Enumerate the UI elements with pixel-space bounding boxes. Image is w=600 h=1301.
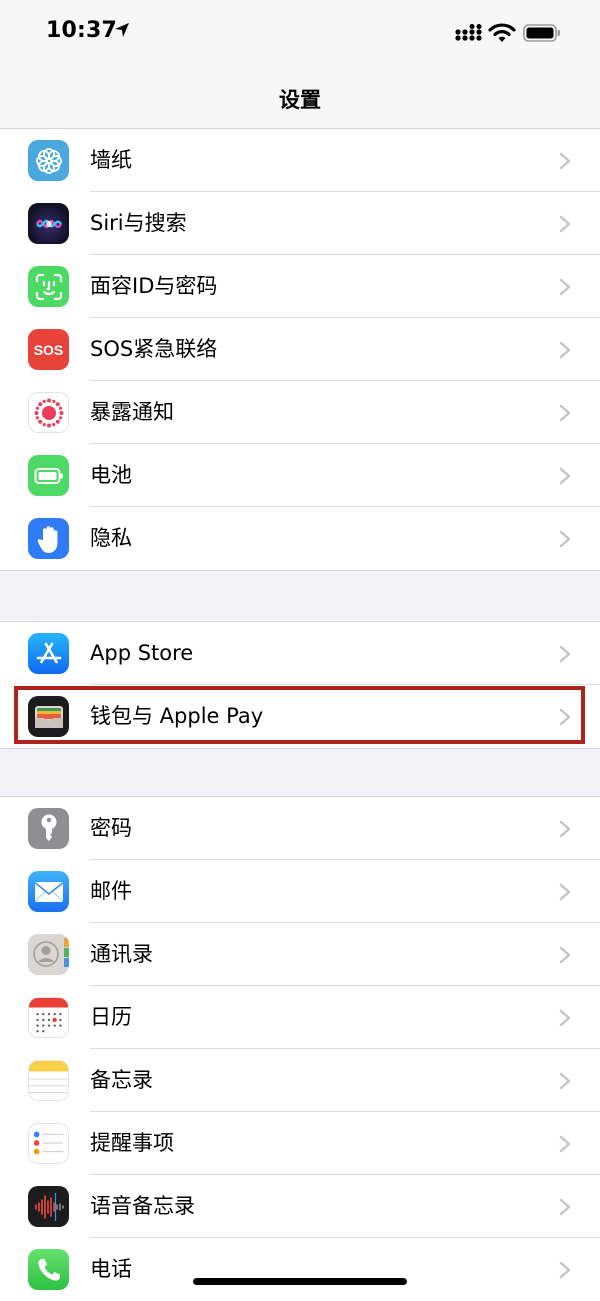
settings-row-siri[interactable]: Siri与搜索	[0, 192, 600, 255]
privacy-hand-icon	[28, 518, 69, 559]
page-title: 设置	[279, 88, 321, 112]
settings-row-label: 备忘录	[90, 1068, 153, 1092]
settings-row-label: 邮件	[90, 879, 132, 903]
chevron-right-icon	[559, 645, 571, 663]
home-indicator[interactable]	[193, 1278, 407, 1285]
exposure-notification-icon	[28, 392, 69, 433]
chevron-right-icon	[559, 1261, 571, 1279]
voice-memos-icon	[28, 1186, 69, 1227]
settings-row-mail[interactable]: 邮件	[0, 860, 600, 923]
settings-row-label: App Store	[90, 641, 194, 665]
key-icon	[28, 808, 69, 849]
highlight-box	[14, 686, 585, 744]
chevron-right-icon	[559, 404, 571, 422]
settings-row-label: 电池	[90, 463, 132, 487]
notes-icon	[28, 1060, 69, 1101]
battery-icon	[28, 455, 69, 496]
contacts-icon	[28, 934, 69, 975]
settings-row-label: 日历	[90, 1005, 132, 1029]
face-id-icon	[28, 266, 69, 307]
settings-row-voice-memos[interactable]: 语音备忘录	[0, 1175, 600, 1238]
navigation-bar: 设置	[0, 66, 600, 129]
settings-row-wallpaper[interactable]: 墙纸	[0, 129, 600, 192]
settings-row-app-store[interactable]: App Store	[0, 622, 600, 685]
settings-row-label: 通讯录	[90, 942, 153, 966]
settings-row-label: 语音备忘录	[90, 1194, 195, 1218]
settings-group-system: 墙纸 Siri与搜索 面容ID与密码 SOS SOS紧急联络 暴露通知 电池 隐…	[0, 129, 600, 571]
settings-row-label: 墙纸	[90, 148, 132, 172]
sos-icon-text: SOS	[33, 341, 64, 358]
app-store-icon	[28, 633, 69, 674]
mail-icon	[28, 871, 69, 912]
settings-group-apps: 密码 邮件 通讯录 日历 备忘录 提醒事项 语音备忘录 电话	[0, 796, 600, 1301]
settings-row-contacts[interactable]: 通讯录	[0, 923, 600, 986]
settings-row-notes[interactable]: 备忘录	[0, 1049, 600, 1112]
battery-status-icon	[523, 24, 560, 42]
chevron-right-icon	[559, 530, 571, 548]
status-time: 10:37	[46, 18, 118, 43]
wallpaper-icon	[28, 140, 69, 181]
settings-row-calendar[interactable]: 日历	[0, 986, 600, 1049]
calendar-icon	[28, 997, 69, 1038]
sos-icon: SOS	[28, 329, 69, 370]
settings-row-privacy[interactable]: 隐私	[0, 507, 600, 570]
chevron-right-icon	[559, 883, 571, 901]
chevron-right-icon	[559, 215, 571, 233]
chevron-right-icon	[559, 1198, 571, 1216]
chevron-right-icon	[559, 1135, 571, 1153]
settings-row-label: 提醒事项	[90, 1131, 174, 1155]
settings-row-exposure-notification[interactable]: 暴露通知	[0, 381, 600, 444]
siri-icon	[28, 203, 69, 244]
chevron-right-icon	[559, 341, 571, 359]
status-bar: 10:37	[0, 0, 600, 66]
settings-row-label: SOS紧急联络	[90, 337, 218, 361]
settings-row-phone[interactable]: 电话	[0, 1238, 600, 1301]
chevron-right-icon	[559, 467, 571, 485]
phone-icon	[28, 1249, 69, 1290]
chevron-right-icon	[559, 152, 571, 170]
location-arrow-icon	[115, 23, 129, 37]
settings-row-sos[interactable]: SOS SOS紧急联络	[0, 318, 600, 381]
settings-row-label: 电话	[90, 1257, 132, 1281]
settings-row-label: 隐私	[90, 526, 132, 550]
settings-row-label: 暴露通知	[90, 400, 174, 424]
wifi-icon	[488, 23, 516, 42]
settings-row-label: Siri与搜索	[90, 211, 187, 235]
settings-row-label: 面容ID与密码	[90, 274, 218, 298]
chevron-right-icon	[559, 278, 571, 296]
settings-row-label: 密码	[90, 816, 132, 840]
cellular-signal-icon	[455, 24, 482, 41]
settings-row-face-id[interactable]: 面容ID与密码	[0, 255, 600, 318]
chevron-right-icon	[559, 1009, 571, 1027]
chevron-right-icon	[559, 820, 571, 838]
chevron-right-icon	[559, 946, 571, 964]
settings-row-battery[interactable]: 电池	[0, 444, 600, 507]
settings-row-passwords[interactable]: 密码	[0, 797, 600, 860]
chevron-right-icon	[559, 1072, 571, 1090]
settings-row-reminders[interactable]: 提醒事项	[0, 1112, 600, 1175]
reminders-icon	[28, 1123, 69, 1164]
